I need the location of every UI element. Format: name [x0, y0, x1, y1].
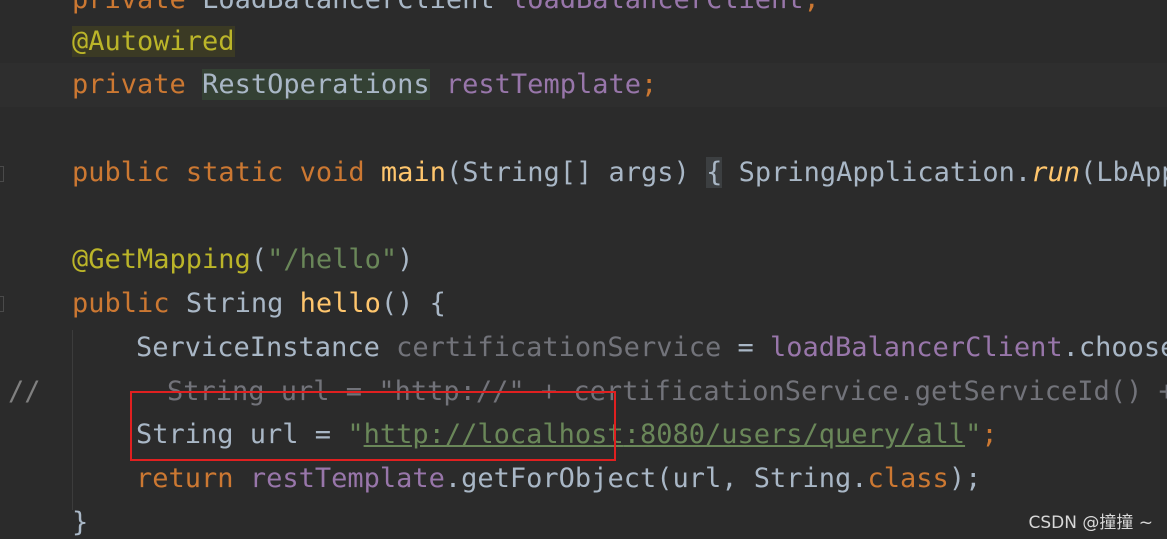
code-line[interactable]: private LoadBalancerClient loadBalancerC…	[0, 0, 1167, 22]
url-link-path[interactable]: :8080/users/query/all	[624, 419, 965, 450]
field-name: loadBalancerClient	[511, 0, 804, 15]
method-name: hello	[299, 288, 381, 319]
keyword: return	[136, 463, 234, 494]
paren: (	[250, 244, 268, 275]
semicolon: ;	[981, 419, 998, 450]
field-name: loadBalancerClient	[770, 332, 1063, 363]
field-name: restTemplate	[249, 463, 445, 494]
comment-marker: //	[8, 376, 41, 407]
type-name: LoadBalancerClient	[202, 0, 495, 15]
statement-rest: (LbAppl	[1079, 157, 1167, 188]
method-call: .getForObject(url, String.	[444, 463, 868, 494]
method-call: .choose(	[1062, 332, 1167, 363]
folded-brace[interactable]: {	[706, 157, 723, 188]
code-line[interactable]: private RestOperations restTemplate;	[0, 63, 1167, 107]
quote: "	[965, 419, 982, 450]
close-paren: );	[948, 463, 982, 494]
keyword: class	[867, 463, 949, 494]
keyword: private	[72, 0, 186, 15]
method-name: main	[380, 157, 446, 188]
watermark: CSDN @撞撞 ~	[1028, 513, 1153, 533]
variable-name: certificationService	[396, 332, 722, 363]
annotation: @GetMapping	[72, 244, 251, 275]
code-line[interactable]: public String hello() {	[0, 282, 1167, 326]
keyword: private	[72, 69, 186, 100]
string-literal: "/hello"	[267, 244, 398, 275]
type-name: String	[185, 288, 284, 319]
parameters: (String[] args)	[445, 157, 690, 188]
semicolon: ;	[804, 0, 820, 15]
paren: )	[397, 244, 414, 275]
method-name: run	[1031, 157, 1080, 188]
keyword: public	[72, 288, 170, 319]
keyword: public	[72, 157, 170, 188]
code-line[interactable]: return restTemplate.getForObject(url, St…	[0, 457, 1167, 501]
statement: SpringApplication.	[738, 157, 1032, 188]
code-editor[interactable]: private LoadBalancerClient loadBalancerC…	[0, 0, 1167, 539]
type-name: ServiceInstance	[136, 332, 380, 363]
keyword: void	[299, 157, 365, 188]
code-line[interactable]: @Autowired	[0, 20, 1167, 64]
code-line[interactable]: @GetMapping("/hello")	[0, 238, 1167, 282]
code-line[interactable]: public static void main(String[] args) {…	[0, 151, 1167, 195]
semicolon: ;	[640, 69, 658, 100]
closing-brace: }	[72, 507, 89, 538]
type-name: RestOperations	[202, 69, 430, 100]
keyword: static	[185, 157, 284, 188]
operator: =	[721, 332, 770, 363]
highlight-annotation-box	[130, 391, 616, 461]
method-rest: () {	[380, 288, 446, 319]
code-line[interactable]: ServiceInstance certificationService = l…	[0, 326, 1167, 370]
annotation: @Autowired	[72, 26, 235, 57]
code-line[interactable]: }	[0, 501, 1167, 539]
field-name: restTemplate	[445, 69, 641, 100]
